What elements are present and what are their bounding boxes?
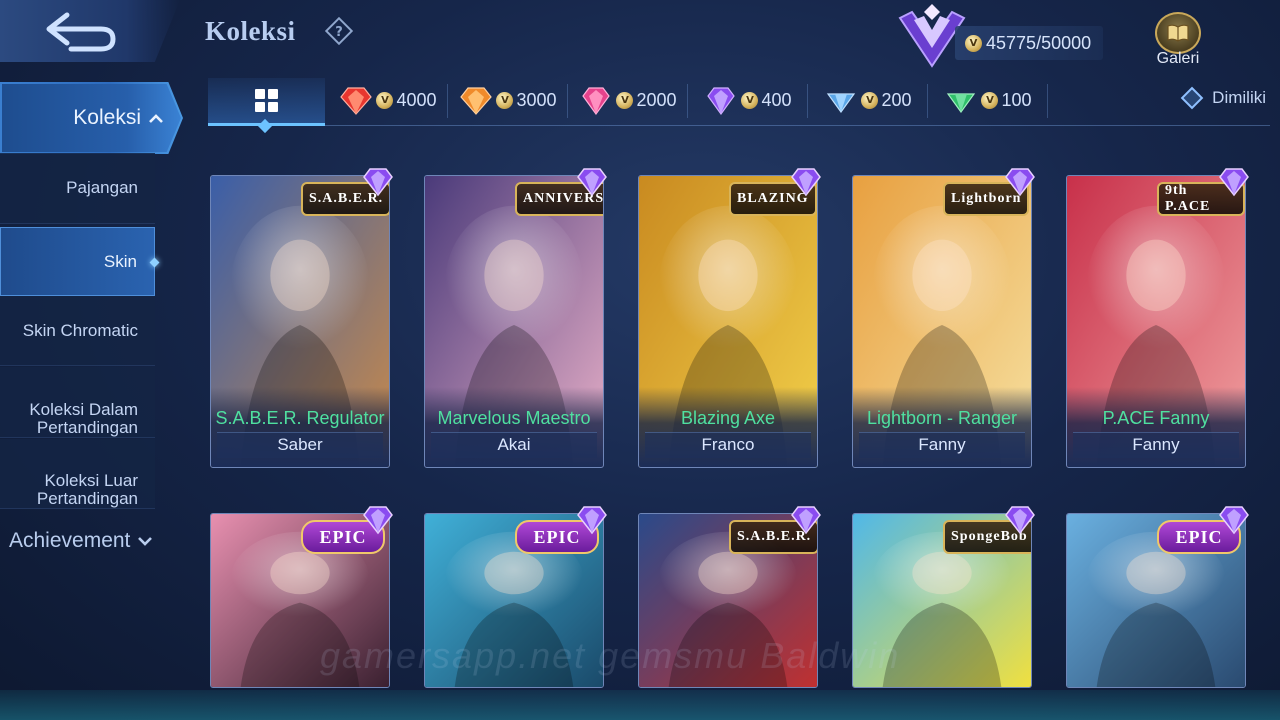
skin-name: Marvelous Maestro — [437, 408, 591, 428]
dimiliki-label: Dimiliki — [1212, 88, 1266, 107]
purple-gem-icon — [577, 506, 607, 535]
sidebar-koleksi[interactable]: Koleksi — [0, 82, 183, 154]
hero-name: Saber — [277, 435, 323, 454]
chevron-down-icon — [138, 537, 153, 546]
rarity-gem — [574, 505, 610, 535]
skin-card[interactable]: ANNIVERSARYMarvelous MaestroAkai — [424, 175, 604, 468]
coin-icon: V — [741, 91, 759, 109]
blue-gem-icon — [827, 93, 856, 114]
sidebar-item-label: Skin — [103, 251, 137, 271]
rarity-gem — [1216, 505, 1252, 535]
tab-price: 3000 — [516, 89, 557, 110]
rarity-gem — [1002, 505, 1038, 535]
hero-name: Fanny — [1132, 435, 1180, 454]
skin-name: Lightborn - Ranger — [866, 408, 1018, 428]
purple-gem-icon — [791, 168, 821, 197]
coin-icon: V — [981, 91, 999, 109]
purple-gem-icon — [363, 168, 393, 197]
sidebar-item-label: Koleksi Dalam — [29, 400, 138, 420]
sidebar-koleksi-label: Koleksi — [73, 106, 141, 129]
chevron-up-icon — [149, 106, 163, 130]
skin-card[interactable]: Lightborn Lightborn - Ranger Fanny — [852, 175, 1032, 468]
tab-price-100[interactable]: V 100 — [928, 78, 1048, 122]
svg-text:?: ? — [335, 25, 343, 40]
hero-name: Franco — [701, 435, 755, 454]
rarity-gem — [574, 167, 610, 197]
coin-icon: V — [965, 34, 982, 52]
purple-gem-icon — [707, 87, 736, 116]
help-icon[interactable]: ? — [325, 17, 353, 45]
achievement-label: Achievement — [9, 529, 131, 552]
tab-price: 400 — [761, 89, 792, 110]
purple-gem-icon — [1219, 168, 1249, 197]
sidebar-item-skin-chromatic[interactable]: Skin Chromatic — [0, 296, 155, 366]
pink-gem-icon — [582, 87, 611, 116]
page-title: Koleksi — [205, 16, 296, 46]
dimiliki-filter[interactable]: Dimiliki — [1180, 86, 1266, 110]
purple-gem-icon — [791, 506, 821, 535]
watermark: gamersapp.net gemsmu Baldwin — [320, 635, 901, 676]
tab-price-400[interactable]: V 400 — [688, 78, 808, 122]
coin-icon: V — [861, 91, 879, 109]
hero-name: Akai — [497, 435, 531, 454]
rarity-gem — [788, 505, 824, 535]
purple-gem-icon — [1219, 506, 1249, 535]
tab-price: 200 — [881, 89, 912, 110]
tab-price: 2000 — [636, 89, 677, 110]
sidebar-item-label: Koleksi Luar — [44, 471, 138, 491]
price-filter-tabs: V 4000 V 3000 V 2000 V 400 V 200 V 100 D… — [208, 76, 1270, 134]
rarity-gem — [360, 505, 396, 535]
sidebar-item-koleksi-dalam[interactable]: Koleksi Dalam Pertandingan — [0, 367, 155, 438]
sidebar-item-label: Pertandingan — [36, 418, 138, 438]
back-arrow-icon — [46, 12, 116, 52]
sidebar-achievement[interactable]: Achievement — [9, 529, 153, 553]
tab-price: 100 — [1001, 89, 1032, 110]
owned-filter-icon — [1180, 86, 1204, 110]
sidebar-item-koleksi-luar[interactable]: Koleksi Luar Pertandingan — [0, 439, 155, 509]
tab-price-2000[interactable]: V 2000 — [568, 78, 688, 122]
galeri-button[interactable]: Galeri — [1150, 12, 1206, 72]
sidebar-item-pajangan[interactable]: Pajangan — [0, 153, 155, 224]
rarity-gem — [1216, 167, 1252, 197]
purple-gem-icon — [1005, 168, 1035, 197]
purple-gem-icon — [363, 506, 393, 535]
coin-icon: V — [376, 91, 394, 109]
points-current: 45775 — [986, 32, 1037, 53]
skin-name: S.A.B.E.R. Regulator — [215, 408, 385, 428]
orange-gem-icon — [460, 87, 493, 115]
grid-icon — [254, 88, 279, 113]
tab-price: 4000 — [396, 89, 437, 110]
rarity-gem — [1002, 167, 1038, 197]
tab-price-4000[interactable]: V 4000 — [328, 78, 448, 122]
rarity-gem — [788, 167, 824, 197]
skin-card[interactable]: EPIC — [1066, 513, 1246, 688]
skin-name: P.ACE Fanny — [1102, 408, 1210, 428]
active-indicator-icon — [149, 257, 160, 267]
sidebar-item-label: Pajangan — [66, 178, 138, 198]
tab-all[interactable] — [208, 78, 325, 134]
sidebar-item-skin[interactable]: Skin — [0, 227, 160, 296]
hero-name: Fanny — [918, 435, 966, 454]
tab-price-3000[interactable]: V 3000 — [448, 78, 568, 122]
skin-card[interactable]: BLAZING Blazing Axe Franco — [638, 175, 818, 468]
purple-gem-icon — [577, 168, 607, 197]
purple-gem-icon — [1005, 506, 1035, 535]
coin-icon: V — [616, 91, 634, 109]
tab-price-200[interactable]: V 200 — [808, 78, 928, 122]
skin-name: Blazing Axe — [680, 408, 776, 428]
collection-points: V 45775/50000 — [955, 26, 1103, 60]
red-gem-icon — [340, 87, 373, 115]
rarity-gem — [360, 167, 396, 197]
sidebar-item-label: Skin Chromatic — [22, 320, 138, 340]
green-gem-icon — [947, 93, 976, 114]
galeri-label: Galeri — [1156, 50, 1200, 67]
back-button[interactable] — [0, 0, 180, 62]
coin-icon: V — [496, 91, 514, 109]
skin-card[interactable]: S.A.B.E.R. S.A.B.E.R. Regulator Saber — [210, 175, 390, 468]
book-icon — [1155, 12, 1201, 54]
sidebar-item-label: Pertandingan — [36, 489, 138, 509]
points-max: /50000 — [1036, 32, 1092, 53]
skin-card[interactable]: 9th P.ACE P.ACE Fanny Fanny — [1066, 175, 1246, 468]
